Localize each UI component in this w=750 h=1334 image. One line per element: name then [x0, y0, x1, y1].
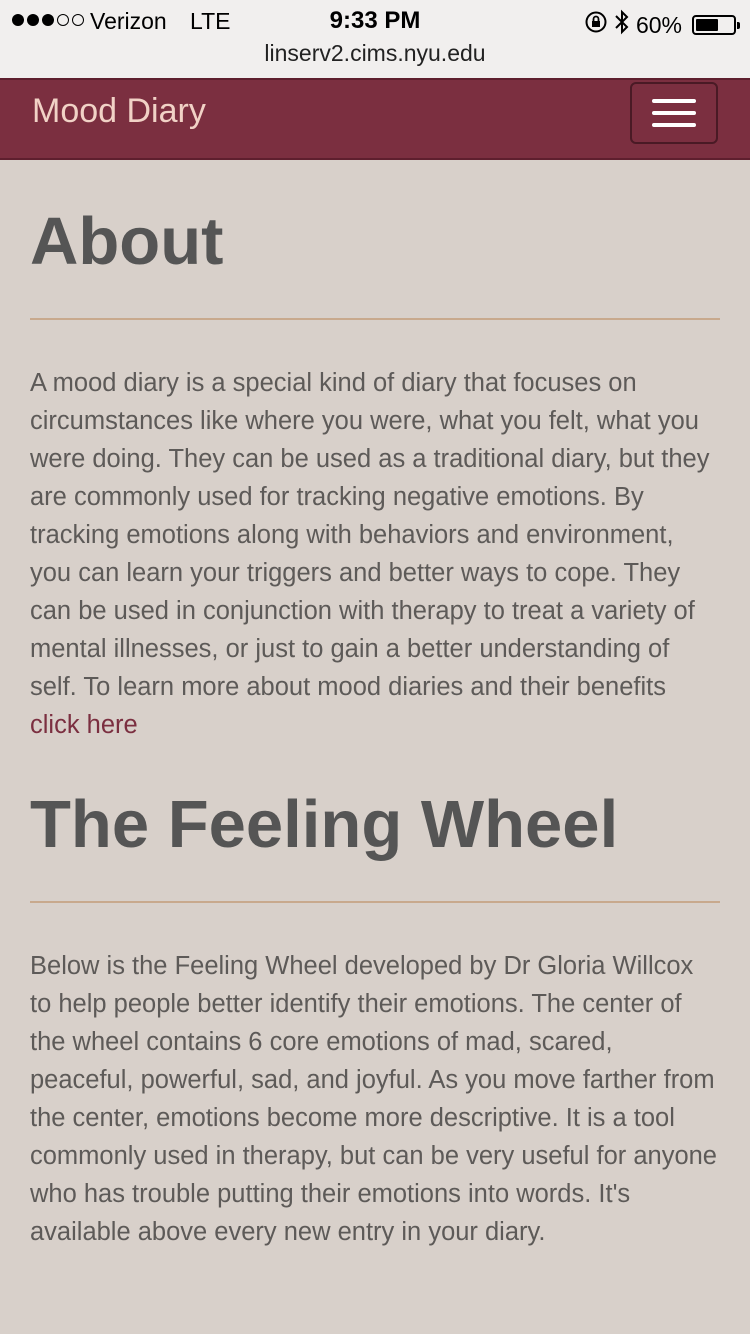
status-row: Verizon LTE 9:33 PM 60%	[0, 6, 750, 38]
about-divider	[30, 318, 720, 320]
about-paragraph: A mood diary is a special kind of diary …	[30, 364, 720, 744]
hamburger-menu-button[interactable]	[630, 82, 718, 144]
brand-link[interactable]: Mood Diary	[32, 92, 206, 131]
bluetooth-icon	[614, 9, 630, 41]
battery-icon	[692, 15, 740, 35]
feeling-wheel-paragraph: Below is the Feeling Wheel developed by …	[30, 952, 717, 1246]
feeling-wheel-divider	[30, 901, 720, 903]
rotation-lock-icon	[584, 10, 608, 40]
navbar: Mood Diary	[0, 78, 750, 160]
battery-percent: 60%	[635, 11, 682, 38]
hamburger-menu-icon	[652, 99, 696, 103]
battery-fill	[696, 19, 718, 31]
feeling-wheel-heading: The Feeling Wheel	[30, 787, 619, 862]
address-bar-url[interactable]: linserv2.cims.nyu.edu	[0, 40, 750, 67]
about-text: A mood diary is a special kind of diary …	[30, 369, 710, 701]
status-bar: Verizon LTE 9:33 PM 60% linserv2.cims.ny…	[0, 0, 750, 78]
main-content: About A mood diary is a special kind of …	[30, 160, 720, 1251]
status-right-group: 60%	[584, 9, 740, 41]
about-heading: About	[30, 204, 224, 279]
click-here-link[interactable]: click here	[30, 711, 138, 739]
